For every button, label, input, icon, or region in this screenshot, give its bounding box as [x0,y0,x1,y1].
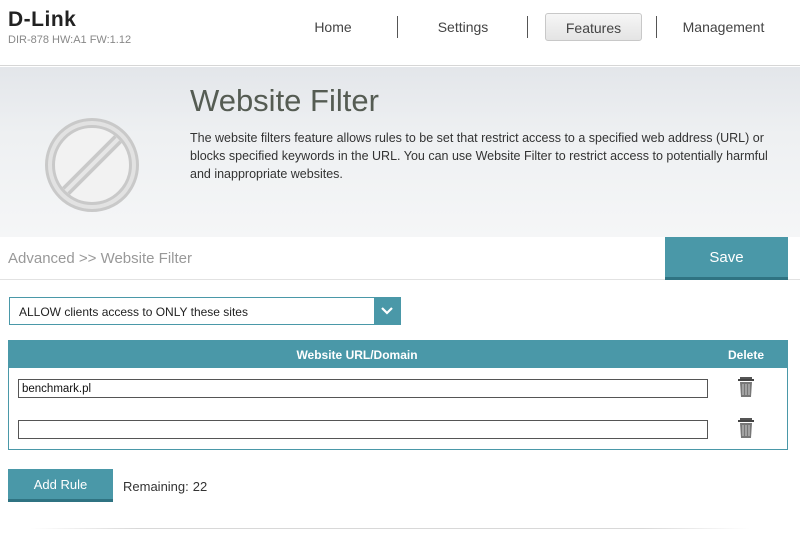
dropdown-toggle[interactable] [374,298,400,324]
website-rules-table: Website URL/Domain Delete [8,340,788,450]
breadcrumb: Advanced >> Website Filter [8,250,192,267]
column-header-delete: Delete [727,348,765,362]
url-field-row-1[interactable] [18,379,708,398]
trash-icon[interactable] [737,417,755,439]
footer-divider [30,528,750,529]
trash-icon[interactable] [737,376,755,398]
breadcrumb-row: Advanced >> Website Filter Save [0,237,800,280]
filter-mode-value: ALLOW clients access to ONLY these sites [19,305,248,319]
nav-features[interactable]: Features [545,13,642,41]
top-navigation-bar: D-Link DIR-878 HW:A1 FW:1.12 Home Settin… [0,0,800,66]
add-rule-button[interactable]: Add Rule [8,469,113,502]
nav-management[interactable]: Management [676,13,771,41]
nav-home[interactable]: Home [298,13,368,41]
page-title: Website Filter [190,83,379,118]
filter-mode-select[interactable]: ALLOW clients access to ONLY these sites [9,297,401,325]
dlink-logo: D-Link [8,8,77,31]
nav-separator [397,16,398,38]
page-description: The website filters feature allows rules… [190,131,768,181]
remaining-count: 22 [192,479,208,494]
save-button[interactable]: Save [665,237,788,280]
table-header: Website URL/Domain Delete [9,341,787,368]
column-header-url: Website URL/Domain [296,348,418,362]
chevron-down-icon [381,307,393,315]
prohibited-icon [45,118,139,212]
remaining-label: Remaining: [123,479,189,494]
nav-separator [527,16,528,38]
nav-settings[interactable]: Settings [428,13,498,41]
remaining-counter: Remaining: 22 [123,479,207,494]
model-info: DIR-878 HW:A1 FW:1.12 [8,34,132,46]
nav-separator [656,16,657,38]
url-field-row-2[interactable] [18,420,708,439]
page-header-banner: Website Filter The website filters featu… [0,67,800,237]
